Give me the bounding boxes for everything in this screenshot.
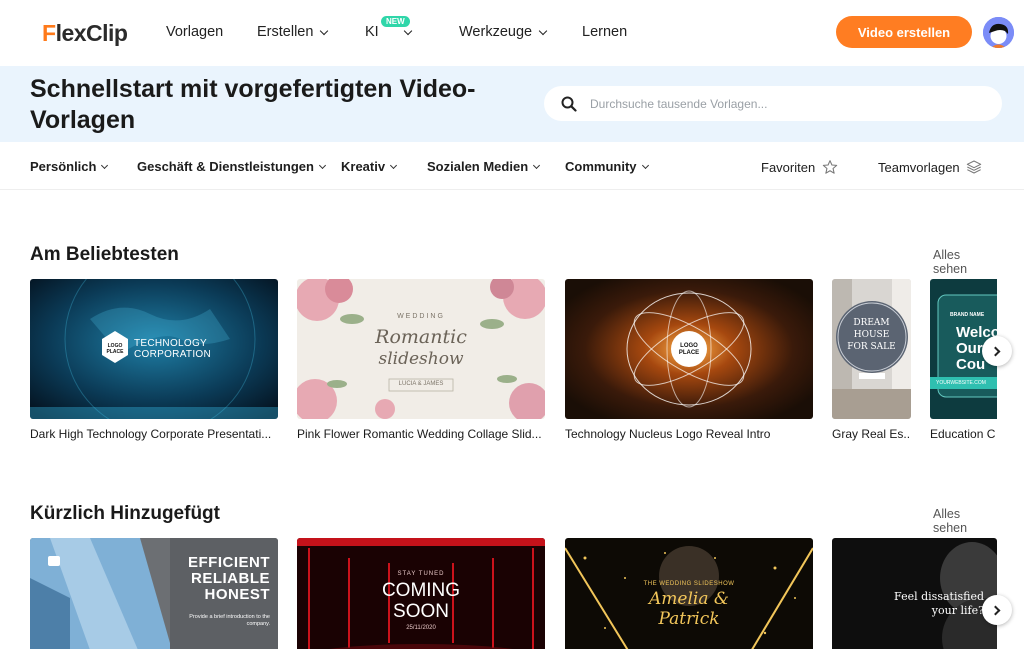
template-card[interactable]: Feel dissatisfied your life? (832, 538, 997, 649)
thumb-text: THE WEDDING SLIDESHOW (643, 581, 735, 587)
template-caption: Gray Real Es... (832, 427, 911, 441)
template-card[interactable]: WEDDING Romantic slideshow LUCIA & JAMES… (297, 279, 545, 449)
see-all-popular-link[interactable]: Alles sehen (933, 248, 997, 276)
template-card[interactable]: LOGO PLACE Technology Nucleus Logo Revea… (565, 279, 813, 449)
thumb-text: DREAM (853, 318, 890, 328)
thumb-logo-text: LOGO PLACE (678, 343, 700, 356)
thumb-text: FOR SALE (847, 342, 896, 352)
thumb-text: 25/11/2020 (406, 625, 436, 631)
thumb-text: Amelia & (648, 589, 729, 609)
chevron-right-icon (990, 605, 1001, 615)
template-caption: Education C (930, 427, 996, 441)
template-caption: Technology Nucleus Logo Reveal Intro (565, 427, 771, 441)
thumb-text: STAY TUNED (397, 571, 445, 577)
carousel-next-button[interactable] (982, 336, 1012, 366)
template-caption: Dark High Technology Corporate Presentat… (30, 427, 272, 441)
section-title-popular: Am Beliebtesten (30, 244, 179, 265)
thumb-text: WEDDING (397, 313, 445, 320)
content-area: Am Beliebtesten Alles sehen LOGO PLACE T… (0, 0, 997, 649)
thumb-text: Patrick (658, 609, 720, 629)
thumb-text: SOON (393, 601, 449, 622)
thumb-text: COMING (381, 580, 461, 601)
template-card[interactable]: DREAM HOUSE FOR SALE Gray Real Es... (832, 279, 911, 449)
thumb-text: TECHNOLOGY (134, 338, 208, 349)
thumb-text: slideshow (378, 349, 464, 369)
chevron-right-icon (990, 346, 1001, 356)
thumb-text: BRAND NAME (950, 312, 985, 318)
template-card[interactable]: THE WEDDING SLIDESHOW Amelia & Patrick (565, 538, 813, 649)
thumb-text: LUCIA & JAMES (398, 381, 444, 387)
thumb-text: RELIABLE (191, 570, 270, 587)
section-title-recent: Kürzlich Hinzugefügt (30, 503, 220, 524)
thumb-text: CORPORATION (134, 349, 212, 360)
template-card[interactable]: LOGO PLACE TECHNOLOGY CORPORATION Dark H… (30, 279, 278, 449)
carousel-next-button[interactable] (982, 595, 1012, 625)
thumb-text: your life? (931, 604, 984, 617)
thumb-text: Cou (956, 356, 986, 373)
template-caption: Pink Flower Romantic Wedding Collage Sli… (297, 427, 542, 441)
thumb-text: EFFICIENT (188, 554, 270, 571)
thumb-text: Provide a brief introduction to the comp… (189, 614, 270, 627)
thumb-text: HONEST (204, 586, 270, 603)
template-card[interactable]: EFFICIENT RELIABLE HONEST Provide a brie… (30, 538, 278, 649)
thumb-logo-text: LOGO PLACE (106, 343, 124, 355)
thumb-text: Our (956, 340, 983, 357)
template-card[interactable]: STAY TUNED COMING SOON 25/11/2020 (297, 538, 545, 649)
see-all-recent-link[interactable]: Alles sehen (933, 507, 997, 535)
thumb-text: Romantic (375, 326, 467, 348)
thumb-text: HOUSE (853, 330, 890, 340)
thumb-text: YOURWEBSITE.COM (936, 380, 986, 386)
template-card[interactable]: BRAND NAME Welco Our Cou YOURWEBSITE.COM… (930, 279, 997, 449)
thumb-text: Feel dissatisfied (894, 590, 984, 603)
